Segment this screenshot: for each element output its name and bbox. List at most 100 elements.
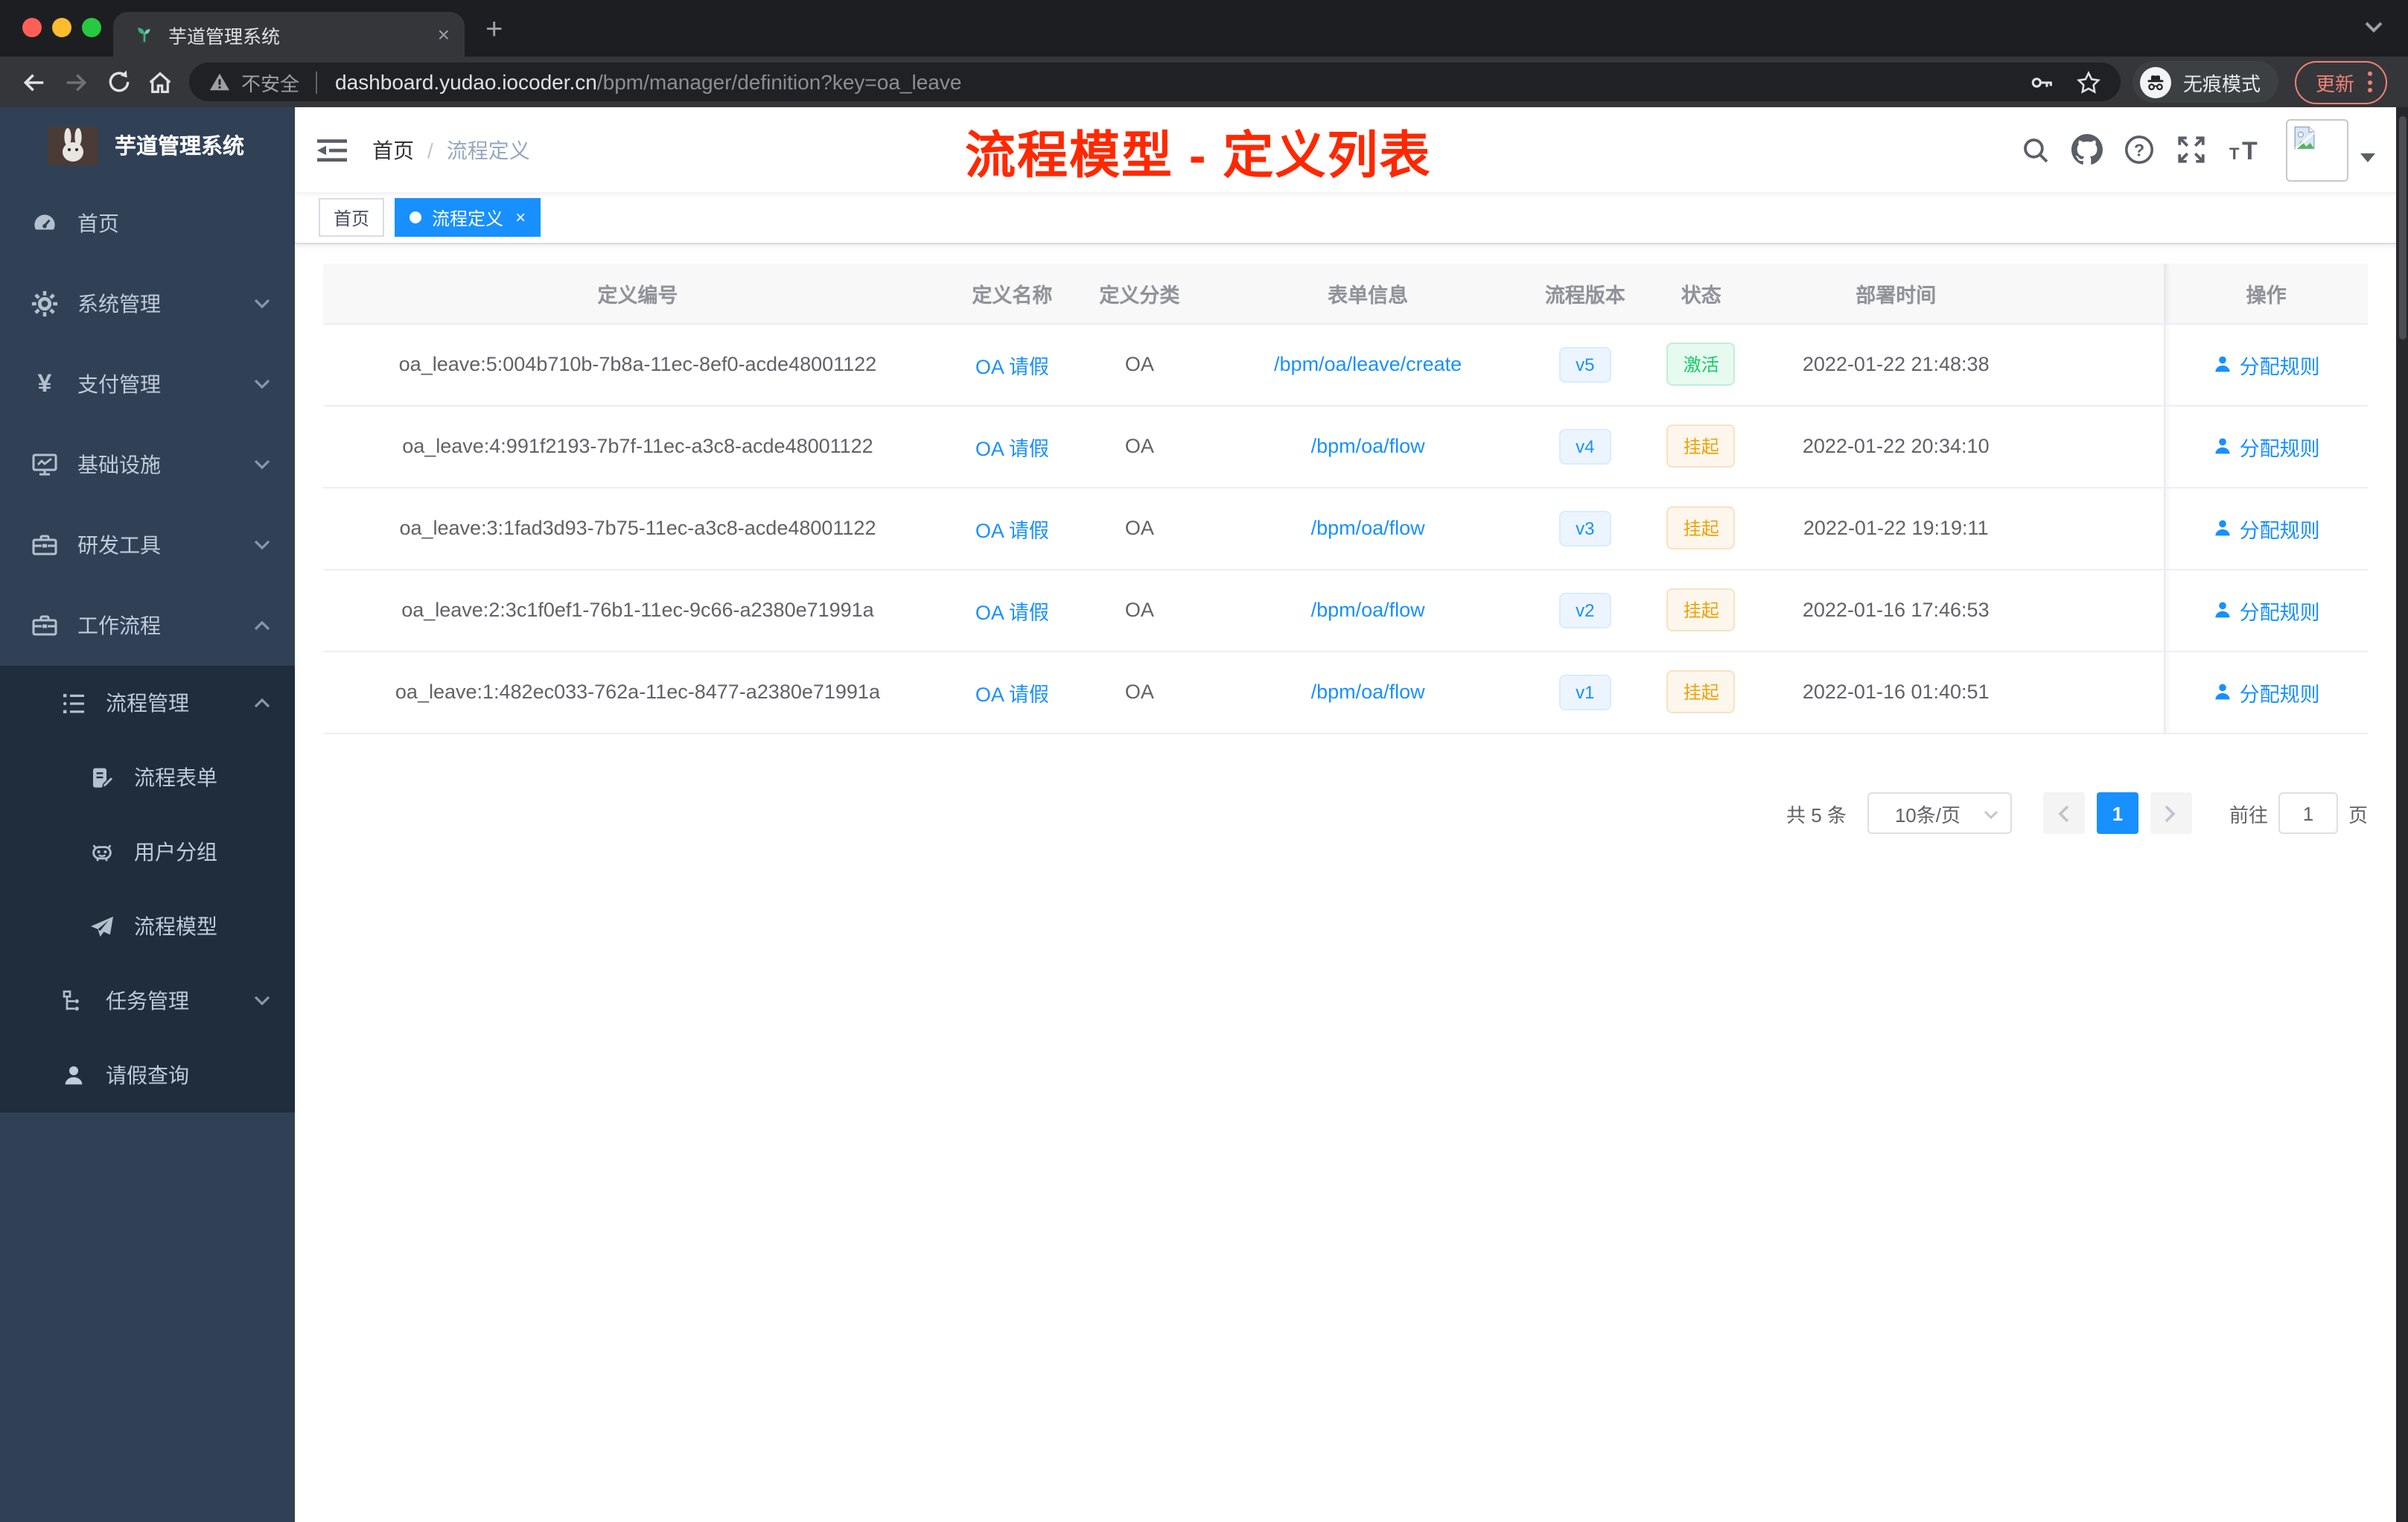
sidebar-item-leave-query[interactable]: 请假查询 bbox=[0, 1038, 295, 1112]
avatar-broken-image[interactable] bbox=[2286, 118, 2348, 181]
monitor-icon bbox=[31, 451, 58, 478]
breadcrumb-home[interactable]: 首页 bbox=[372, 135, 414, 165]
svg-text:?: ? bbox=[2134, 140, 2144, 159]
form-link[interactable]: /bpm/oa/flow bbox=[1311, 599, 1425, 621]
sidebar-item-label: 工作流程 bbox=[77, 614, 161, 637]
cell-definition-category: OA bbox=[1071, 487, 1207, 570]
cell-form-info: /bpm/oa/flow bbox=[1206, 405, 1529, 488]
definition-name-link[interactable]: OA 请假 bbox=[975, 519, 1049, 541]
sidebar-item-process-model[interactable]: 流程模型 bbox=[0, 889, 295, 964]
definition-name-link[interactable]: OA 请假 bbox=[975, 355, 1049, 378]
assign-rule-link[interactable]: 分配规则 bbox=[2213, 595, 2320, 625]
page-number-button[interactable]: 1 bbox=[2096, 792, 2138, 834]
pagination: 共 5 条 10条/页 1 前往 1 页 bbox=[1786, 792, 2368, 834]
sidebar-item-process-form[interactable]: 流程表单 bbox=[0, 740, 295, 815]
back-icon[interactable] bbox=[19, 68, 48, 96]
browser-menu-icon[interactable] bbox=[2368, 70, 2372, 94]
url-text[interactable]: dashboard.yudao.iocoder.cn/bpm/manager/d… bbox=[335, 70, 2009, 94]
cell-deploy-time: 2022-01-22 20:34:10 bbox=[1761, 405, 2031, 488]
cell-process-version: v2 bbox=[1529, 569, 1642, 652]
sidebar-item-process-management[interactable]: 流程管理 bbox=[0, 666, 295, 740]
sidebar-item-user-group[interactable]: 用户分组 bbox=[0, 815, 295, 889]
tab-close-icon[interactable]: × bbox=[438, 24, 450, 45]
cell-actions: 分配规则 bbox=[2163, 323, 2368, 406]
cell-definition-name: OA 请假 bbox=[952, 405, 1072, 488]
table-row: oa_leave:4:991f2193-7b7f-11ec-a3c8-acde4… bbox=[323, 405, 2368, 488]
breadcrumb-current: 流程定义 bbox=[446, 138, 530, 162]
browser-tab-strip: 芋道管理系统 × + bbox=[0, 0, 2408, 57]
bookmark-star-icon[interactable] bbox=[2076, 69, 2101, 95]
update-label[interactable]: 更新 bbox=[2316, 68, 2354, 96]
favicon-seedling-icon bbox=[134, 24, 155, 45]
incognito-badge: 无痕模式 bbox=[2132, 61, 2278, 103]
security-label[interactable]: 不安全 bbox=[241, 68, 299, 96]
font-size-icon[interactable]: TT bbox=[2228, 135, 2264, 165]
tag-home[interactable]: 首页 bbox=[319, 198, 385, 237]
prev-page-button[interactable] bbox=[2042, 792, 2085, 834]
cell-deploy-time: 2022-01-16 17:46:53 bbox=[1761, 569, 2031, 652]
url-path: /bpm/manager/definition?key=oa_leave bbox=[596, 70, 962, 94]
github-icon[interactable] bbox=[2071, 134, 2103, 165]
browser-update-button[interactable]: 更新 bbox=[2294, 60, 2387, 104]
sidebar-item-payment[interactable]: ¥ 支付管理 bbox=[0, 344, 295, 424]
col-definition-name: 定义名称 bbox=[952, 264, 1072, 324]
fullscreen-icon[interactable] bbox=[2176, 134, 2207, 165]
tag-close-icon[interactable]: × bbox=[515, 208, 526, 226]
form-link[interactable]: /bpm/oa/leave/create bbox=[1274, 353, 1462, 375]
user-icon bbox=[61, 1063, 86, 1088]
cell-filler bbox=[2030, 405, 2165, 488]
window-minimize-button[interactable] bbox=[52, 18, 71, 37]
search-icon[interactable] bbox=[2021, 135, 2051, 165]
briefcase-icon bbox=[31, 612, 58, 639]
sidebar-item-system[interactable]: 系统管理 bbox=[0, 264, 295, 344]
security-warning-icon[interactable] bbox=[208, 71, 231, 92]
tag-process-definition[interactable]: 流程定义 × bbox=[395, 198, 541, 237]
table-row: oa_leave:2:3c1f0ef1-76b1-11ec-9c66-a2380… bbox=[323, 569, 2368, 652]
sidebar-item-infrastructure[interactable]: 基础设施 bbox=[0, 424, 295, 505]
cell-actions: 分配规则 bbox=[2163, 569, 2368, 652]
sidebar-item-dev-tools[interactable]: 研发工具 bbox=[0, 505, 295, 585]
goto-page-input[interactable]: 1 bbox=[2278, 792, 2338, 834]
browser-tab[interactable]: 芋道管理系统 × bbox=[113, 12, 465, 57]
definition-name-link[interactable]: OA 请假 bbox=[975, 437, 1049, 459]
definition-name-link[interactable]: OA 请假 bbox=[975, 683, 1049, 705]
assign-rule-link[interactable]: 分配规则 bbox=[2213, 349, 2320, 379]
form-link[interactable]: /bpm/oa/flow bbox=[1311, 517, 1425, 539]
sidebar-logo[interactable]: 芋道管理系统 bbox=[0, 107, 295, 183]
new-tab-button[interactable]: + bbox=[485, 13, 503, 48]
address-bar[interactable]: 不安全 dashboard.yudao.iocoder.cn/bpm/manag… bbox=[189, 63, 2121, 101]
home-icon[interactable] bbox=[146, 68, 174, 96]
sidebar-item-home[interactable]: 首页 bbox=[0, 183, 295, 264]
cell-form-info: /bpm/oa/flow bbox=[1206, 569, 1529, 652]
scrollbar-thumb[interactable] bbox=[2398, 116, 2406, 340]
assign-rule-link[interactable]: 分配规则 bbox=[2213, 677, 2320, 707]
form-link[interactable]: /bpm/oa/flow bbox=[1311, 435, 1425, 457]
assign-rule-link[interactable]: 分配规则 bbox=[2213, 431, 2320, 461]
page-scrollbar[interactable] bbox=[2396, 107, 2408, 1522]
sidebar-item-label: 基础设施 bbox=[77, 453, 161, 477]
password-key-icon[interactable] bbox=[2030, 69, 2055, 95]
window-close-button[interactable] bbox=[22, 18, 42, 37]
sidebar-item-label: 请假查询 bbox=[106, 1063, 189, 1087]
form-link[interactable]: /bpm/oa/flow bbox=[1311, 681, 1425, 703]
avatar-dropdown-caret-icon[interactable] bbox=[2360, 153, 2375, 170]
help-icon[interactable]: ? bbox=[2124, 134, 2155, 165]
sidebar-item-workflow[interactable]: 工作流程 bbox=[0, 585, 295, 666]
chevron-down-icon bbox=[253, 378, 271, 390]
sidebar-item-task-management[interactable]: 任务管理 bbox=[0, 964, 295, 1038]
next-page-button[interactable] bbox=[2150, 792, 2192, 834]
chevron-up-icon bbox=[253, 697, 271, 709]
cell-deploy-time: 2022-01-22 21:48:38 bbox=[1761, 323, 2031, 406]
cell-form-info: /bpm/oa/flow bbox=[1206, 487, 1529, 570]
cell-definition-id: oa_leave:4:991f2193-7b7f-11ec-a3c8-acde4… bbox=[323, 405, 952, 488]
definition-name-link[interactable]: OA 请假 bbox=[975, 601, 1049, 623]
page-size-select[interactable]: 10条/页 bbox=[1867, 792, 2012, 834]
reload-icon[interactable] bbox=[106, 69, 133, 95]
tab-search-chevron-icon[interactable] bbox=[2363, 19, 2384, 34]
sidebar: 芋道管理系统 首页 系统管理 ¥ 支付管理 基础设施 研发工具 工作流程 流程管… bbox=[0, 107, 295, 1522]
window-zoom-button[interactable] bbox=[82, 18, 101, 37]
forward-icon[interactable] bbox=[63, 68, 91, 96]
assign-rule-link[interactable]: 分配规则 bbox=[2213, 513, 2320, 543]
table-row: oa_leave:1:482ec033-762a-11ec-8477-a2380… bbox=[323, 651, 2368, 733]
sidebar-collapse-icon[interactable] bbox=[317, 135, 347, 165]
